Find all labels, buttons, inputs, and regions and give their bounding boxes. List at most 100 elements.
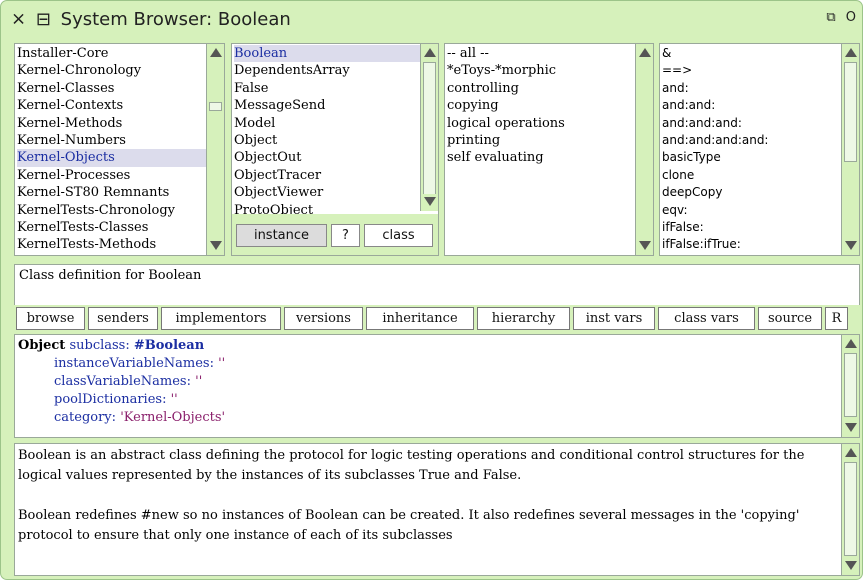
category-item[interactable]: Kernel-Classes: [17, 80, 224, 97]
category-item[interactable]: Kernel-Chronology: [17, 62, 224, 79]
code-scrollbar[interactable]: [841, 335, 859, 437]
instance-button[interactable]: instance: [236, 224, 327, 247]
category-item[interactable]: Kernel-Numbers: [17, 132, 224, 149]
category-item[interactable]: Kernel-ST80 Remnants: [17, 184, 224, 201]
toolbar-button-inheritance[interactable]: inheritance: [366, 307, 474, 330]
scroll-thumb[interactable]: [844, 353, 857, 417]
class-definition: Object subclass: #Boolean instanceVariab…: [15, 335, 859, 427]
category-item[interactable]: KernelTests-Classes: [17, 219, 224, 236]
selector-item[interactable]: and:and:and:: [662, 115, 859, 132]
arrow-down-icon: [845, 241, 857, 250]
selector-item[interactable]: ifFalse:: [662, 219, 859, 236]
toolbar-button-r[interactable]: R: [825, 307, 848, 330]
arrow-up-icon: [210, 48, 222, 57]
selector-item[interactable]: ifFalse:ifTrue:: [662, 236, 859, 253]
category-item[interactable]: Installer-Core: [17, 45, 224, 62]
toolbar-button-implementors[interactable]: implementors: [161, 307, 281, 330]
category-item[interactable]: Kernel-Contexts: [17, 97, 224, 114]
arrow-down-icon: [639, 241, 651, 250]
class-side-switch: instance ? class: [232, 214, 438, 255]
class-item[interactable]: DependentsArray: [234, 62, 438, 79]
scroll-track[interactable]: [636, 62, 653, 237]
arrow-up-icon: [845, 448, 857, 457]
toolbar-button-hierarchy[interactable]: hierarchy: [477, 307, 570, 330]
toolbar-button-class-vars[interactable]: class vars: [658, 307, 755, 330]
selector-scrollbar[interactable]: [841, 44, 859, 255]
scroll-thumb[interactable]: [209, 102, 222, 111]
category-scrollbar[interactable]: [206, 44, 224, 255]
selector-item[interactable]: and:: [662, 80, 859, 97]
class-item[interactable]: MessageSend: [234, 97, 438, 114]
scroll-thumb[interactable]: [844, 462, 857, 556]
arrow-down-icon: [845, 423, 857, 432]
selector-item[interactable]: &: [662, 45, 859, 62]
category-item[interactable]: KernelTests-Chronology: [17, 202, 224, 219]
system-browser-window: × ⊟ System Browser: Boolean ⧉ O Installe…: [0, 0, 863, 580]
protocol-item[interactable]: *eToys-*morphic: [447, 62, 653, 79]
comment-scrollbar[interactable]: [841, 444, 859, 575]
class-item[interactable]: Model: [234, 115, 438, 132]
scroll-up-button[interactable]: [422, 45, 437, 61]
class-item[interactable]: Boolean: [234, 45, 438, 63]
protocol-item[interactable]: copying: [447, 97, 653, 114]
class-item[interactable]: ObjectOut: [234, 149, 438, 166]
protocol-item[interactable]: controlling: [447, 80, 653, 97]
title-bar[interactable]: × ⊟ System Browser: Boolean ⧉ O: [1, 1, 862, 39]
class-scrollbar[interactable]: [420, 44, 438, 211]
scroll-up-button[interactable]: [843, 445, 858, 461]
selector-item[interactable]: deepCopy: [662, 184, 859, 201]
scroll-up-button[interactable]: [843, 45, 858, 61]
scroll-down-button[interactable]: [422, 194, 437, 210]
protocol-item[interactable]: self evaluating: [447, 149, 653, 166]
scroll-down-button[interactable]: [843, 420, 858, 436]
class-comment: Boolean is an abstract class defining th…: [15, 444, 859, 546]
protocol-item[interactable]: printing: [447, 132, 653, 149]
scroll-up-button[interactable]: [208, 45, 223, 61]
toolbar-button-inst-vars[interactable]: inst vars: [573, 307, 655, 330]
scroll-down-button[interactable]: [637, 238, 652, 254]
class-item[interactable]: Object: [234, 132, 438, 149]
class-item[interactable]: ObjectViewer: [234, 184, 438, 201]
protocol-item[interactable]: -- all --: [447, 45, 653, 62]
category-item[interactable]: KernelTests-Methods: [17, 236, 224, 253]
class-comment-pane[interactable]: Boolean is an abstract class defining th…: [14, 443, 860, 576]
category-value: 'Kernel-Objects': [120, 410, 226, 425]
selector-item[interactable]: basicType: [662, 149, 859, 166]
selector-item[interactable]: and:and:and:and:: [662, 132, 859, 149]
toolbar-button-senders[interactable]: senders: [88, 307, 158, 330]
toolbar-button-source[interactable]: source: [758, 307, 822, 330]
help-button[interactable]: ?: [331, 224, 360, 247]
class-button[interactable]: class: [364, 224, 433, 247]
annotation-pane[interactable]: Class definition for Boolean: [14, 264, 860, 305]
selector-item[interactable]: eqv:: [662, 202, 859, 219]
category-list-pane: Installer-Core Kernel-Chronology Kernel-Cl…: [14, 43, 225, 256]
category-item[interactable]: Kernel-Methods: [17, 115, 224, 132]
category-item[interactable]: Kernel-Processes: [17, 167, 224, 184]
pool-value: '': [170, 392, 178, 407]
category-list: Installer-Core Kernel-Chronology Kernel-Cl…: [15, 44, 224, 254]
selector-item[interactable]: ==>: [662, 62, 859, 79]
scroll-down-button[interactable]: [843, 238, 858, 254]
scroll-up-button[interactable]: [843, 336, 858, 352]
scroll-up-button[interactable]: [637, 45, 652, 61]
category-item[interactable]: Kernel-Objects: [17, 149, 224, 167]
close-icon[interactable]: ×: [11, 9, 26, 30]
scroll-thumb[interactable]: [423, 62, 436, 200]
toolbar-button-versions[interactable]: versions: [284, 307, 363, 330]
expand-icon[interactable]: O: [846, 10, 856, 25]
toolbar-button-browse[interactable]: browse: [16, 307, 85, 330]
protocol-scrollbar[interactable]: [635, 44, 653, 255]
scroll-down-button[interactable]: [843, 558, 858, 574]
collapse-icon[interactable]: ⧉: [826, 10, 835, 25]
arrow-up-icon: [424, 48, 436, 57]
selector-item[interactable]: and:and:: [662, 97, 859, 114]
scroll-thumb[interactable]: [844, 62, 857, 162]
class-item[interactable]: False: [234, 80, 438, 97]
protocol-item[interactable]: logical operations: [447, 115, 653, 132]
class-item[interactable]: ObjectTracer: [234, 167, 438, 184]
selector-item[interactable]: clone: [662, 167, 859, 184]
code-pane[interactable]: Object subclass: #Boolean instanceVariab…: [14, 334, 860, 438]
window-menu-icon[interactable]: ⊟: [36, 9, 51, 30]
ivn-value: '': [218, 356, 226, 371]
scroll-down-button[interactable]: [208, 238, 223, 254]
